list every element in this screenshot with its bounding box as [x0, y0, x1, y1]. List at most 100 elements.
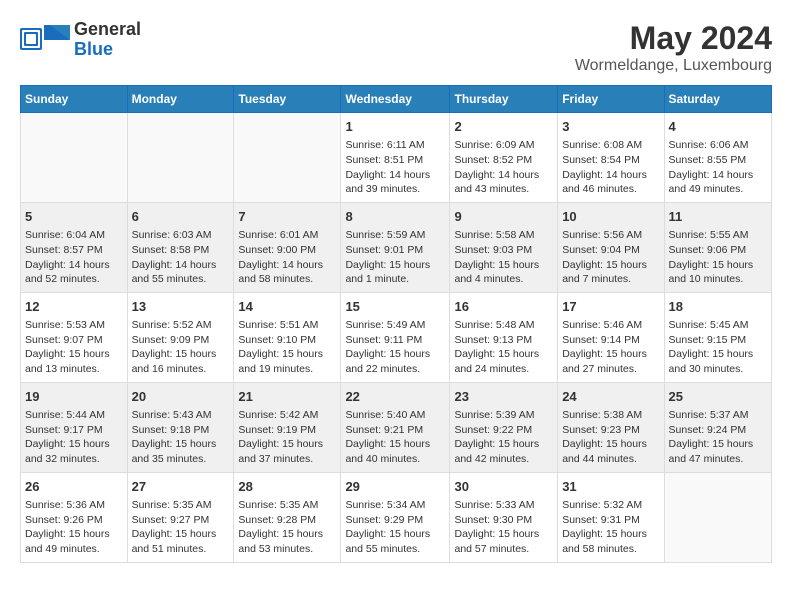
day-number: 12 [25, 298, 123, 316]
calendar-day-27: 27Sunrise: 5:35 AMSunset: 9:27 PMDayligh… [127, 472, 234, 562]
calendar-day-21: 21Sunrise: 5:42 AMSunset: 9:19 PMDayligh… [234, 382, 341, 472]
calendar-day-13: 13 Sunrise: 5:52 AMSunset: 9:09 PMDayligh… [127, 292, 234, 382]
location: Wormeldange, Luxembourg [575, 57, 772, 75]
calendar-empty-cell [127, 113, 234, 203]
day-number: 23 [454, 388, 553, 406]
calendar-day-20: 20 Sunrise: 5:43 AMSunset: 9:18 PMDayligh… [127, 382, 234, 472]
weekday-header-saturday: Saturday [664, 86, 771, 113]
day-info: Sunrise: 5:36 AMSunset: 9:26 PMDaylight:… [25, 498, 123, 557]
calendar-day-3: 3Sunrise: 6:08 AMSunset: 8:54 PMDaylight… [558, 113, 664, 203]
calendar-day-19: 19 Sunrise: 5:44 AMSunset: 9:17 PMDayligh… [21, 382, 128, 472]
day-info: Sunrise: 5:43 AMSunset: 9:18 PMDaylight:… [132, 408, 230, 467]
day-info: Sunrise: 5:32 AMSunset: 9:31 PMDaylight:… [562, 498, 659, 557]
weekday-header-tuesday: Tuesday [234, 86, 341, 113]
calendar-week-row: 5 Sunrise: 6:04 AMSunset: 8:57 PMDaylight… [21, 202, 772, 292]
day-number: 10 [562, 208, 659, 226]
day-number: 7 [238, 208, 336, 226]
day-number: 1 [345, 118, 445, 136]
calendar-week-row: 12 Sunrise: 5:53 AMSunset: 9:07 PMDayligh… [21, 292, 772, 382]
calendar-table: SundayMondayTuesdayWednesdayThursdayFrid… [20, 85, 772, 563]
calendar-day-24: 24 Sunrise: 5:38 AMSunset: 9:23 PMDayligh… [558, 382, 664, 472]
calendar-day-4: 4 Sunrise: 6:06 AMSunset: 8:55 PMDaylight… [664, 113, 771, 203]
calendar-day-7: 7 Sunrise: 6:01 AMSunset: 9:00 PMDaylight… [234, 202, 341, 292]
day-number: 11 [669, 208, 767, 226]
day-number: 5 [25, 208, 123, 226]
weekday-header-wednesday: Wednesday [341, 86, 450, 113]
logo-icon [20, 20, 70, 60]
calendar-week-row: 19 Sunrise: 5:44 AMSunset: 9:17 PMDayligh… [21, 382, 772, 472]
title-area: May 2024 Wormeldange, Luxembourg [575, 20, 772, 75]
calendar-day-10: 10Sunrise: 5:56 AMSunset: 9:04 PMDayligh… [558, 202, 664, 292]
day-info: Sunrise: 5:42 AMSunset: 9:19 PMDaylight:… [238, 408, 336, 467]
day-number: 30 [454, 478, 553, 496]
calendar-day-25: 25Sunrise: 5:37 AMSunset: 9:24 PMDayligh… [664, 382, 771, 472]
calendar-day-31: 31 Sunrise: 5:32 AMSunset: 9:31 PMDayligh… [558, 472, 664, 562]
weekday-header-monday: Monday [127, 86, 234, 113]
weekday-header-sunday: Sunday [21, 86, 128, 113]
day-info: Sunrise: 5:59 AMSunset: 9:01 PMDaylight:… [345, 228, 445, 287]
calendar-week-row: 26 Sunrise: 5:36 AMSunset: 9:26 PMDayligh… [21, 472, 772, 562]
calendar-day-26: 26 Sunrise: 5:36 AMSunset: 9:26 PMDayligh… [21, 472, 128, 562]
logo: General Blue [20, 20, 141, 60]
calendar-day-11: 11 Sunrise: 5:55 AMSunset: 9:06 PMDayligh… [664, 202, 771, 292]
day-info: Sunrise: 6:01 AMSunset: 9:00 PMDaylight:… [238, 228, 336, 287]
day-info: Sunrise: 5:44 AMSunset: 9:17 PMDaylight:… [25, 408, 123, 467]
calendar-header-row: SundayMondayTuesdayWednesdayThursdayFrid… [21, 86, 772, 113]
calendar-day-29: 29Sunrise: 5:34 AMSunset: 9:29 PMDayligh… [341, 472, 450, 562]
day-number: 13 [132, 298, 230, 316]
calendar-week-row: 1 Sunrise: 6:11 AMSunset: 8:51 PMDaylight… [21, 113, 772, 203]
calendar-day-9: 9 Sunrise: 5:58 AMSunset: 9:03 PMDaylight… [450, 202, 558, 292]
month-title: May 2024 [575, 20, 772, 57]
calendar-day-28: 28 Sunrise: 5:35 AMSunset: 9:28 PMDayligh… [234, 472, 341, 562]
page-header: General Blue May 2024 Wormeldange, Luxem… [20, 20, 772, 75]
day-number: 9 [454, 208, 553, 226]
day-number: 20 [132, 388, 230, 406]
day-info: Sunrise: 5:35 AMSunset: 9:27 PMDaylight:… [132, 498, 230, 557]
calendar-empty-cell [234, 113, 341, 203]
calendar-day-2: 2 Sunrise: 6:09 AMSunset: 8:52 PMDaylight… [450, 113, 558, 203]
calendar-day-1: 1 Sunrise: 6:11 AMSunset: 8:51 PMDaylight… [341, 113, 450, 203]
day-info: Sunrise: 5:40 AMSunset: 9:21 PMDaylight:… [345, 408, 445, 467]
day-number: 24 [562, 388, 659, 406]
day-info: Sunrise: 5:35 AMSunset: 9:28 PMDaylight:… [238, 498, 336, 557]
day-number: 4 [669, 118, 767, 136]
weekday-header-thursday: Thursday [450, 86, 558, 113]
day-number: 2 [454, 118, 553, 136]
calendar-empty-cell [21, 113, 128, 203]
day-info: Sunrise: 6:11 AMSunset: 8:51 PMDaylight:… [345, 138, 445, 197]
day-info: Sunrise: 5:51 AMSunset: 9:10 PMDaylight:… [238, 318, 336, 377]
calendar-day-22: 22 Sunrise: 5:40 AMSunset: 9:21 PMDayligh… [341, 382, 450, 472]
day-info: Sunrise: 5:55 AMSunset: 9:06 PMDaylight:… [669, 228, 767, 287]
day-info: Sunrise: 5:33 AMSunset: 9:30 PMDaylight:… [454, 498, 553, 557]
day-number: 28 [238, 478, 336, 496]
day-info: Sunrise: 6:06 AMSunset: 8:55 PMDaylight:… [669, 138, 767, 197]
calendar-day-16: 16Sunrise: 5:48 AMSunset: 9:13 PMDayligh… [450, 292, 558, 382]
calendar-day-17: 17Sunrise: 5:46 AMSunset: 9:14 PMDayligh… [558, 292, 664, 382]
day-info: Sunrise: 5:46 AMSunset: 9:14 PMDaylight:… [562, 318, 659, 377]
calendar-day-23: 23 Sunrise: 5:39 AMSunset: 9:22 PMDayligh… [450, 382, 558, 472]
day-number: 22 [345, 388, 445, 406]
day-info: Sunrise: 6:08 AMSunset: 8:54 PMDaylight:… [562, 138, 659, 197]
day-number: 26 [25, 478, 123, 496]
day-number: 18 [669, 298, 767, 316]
day-number: 19 [25, 388, 123, 406]
day-info: Sunrise: 5:37 AMSunset: 9:24 PMDaylight:… [669, 408, 767, 467]
calendar-empty-cell [664, 472, 771, 562]
day-number: 31 [562, 478, 659, 496]
day-info: Sunrise: 5:58 AMSunset: 9:03 PMDaylight:… [454, 228, 553, 287]
day-number: 29 [345, 478, 445, 496]
day-info: Sunrise: 6:09 AMSunset: 8:52 PMDaylight:… [454, 138, 553, 197]
day-number: 6 [132, 208, 230, 226]
day-info: Sunrise: 5:52 AMSunset: 9:09 PMDaylight:… [132, 318, 230, 377]
day-number: 14 [238, 298, 336, 316]
day-info: Sunrise: 5:49 AMSunset: 9:11 PMDaylight:… [345, 318, 445, 377]
weekday-header-friday: Friday [558, 86, 664, 113]
day-info: Sunrise: 5:45 AMSunset: 9:15 PMDaylight:… [669, 318, 767, 377]
day-info: Sunrise: 5:39 AMSunset: 9:22 PMDaylight:… [454, 408, 553, 467]
day-info: Sunrise: 5:38 AMSunset: 9:23 PMDaylight:… [562, 408, 659, 467]
day-info: Sunrise: 5:53 AMSunset: 9:07 PMDaylight:… [25, 318, 123, 377]
day-info: Sunrise: 6:04 AMSunset: 8:57 PMDaylight:… [25, 228, 123, 287]
calendar-day-8: 8Sunrise: 5:59 AMSunset: 9:01 PMDaylight… [341, 202, 450, 292]
day-info: Sunrise: 5:48 AMSunset: 9:13 PMDaylight:… [454, 318, 553, 377]
calendar-day-12: 12 Sunrise: 5:53 AMSunset: 9:07 PMDayligh… [21, 292, 128, 382]
